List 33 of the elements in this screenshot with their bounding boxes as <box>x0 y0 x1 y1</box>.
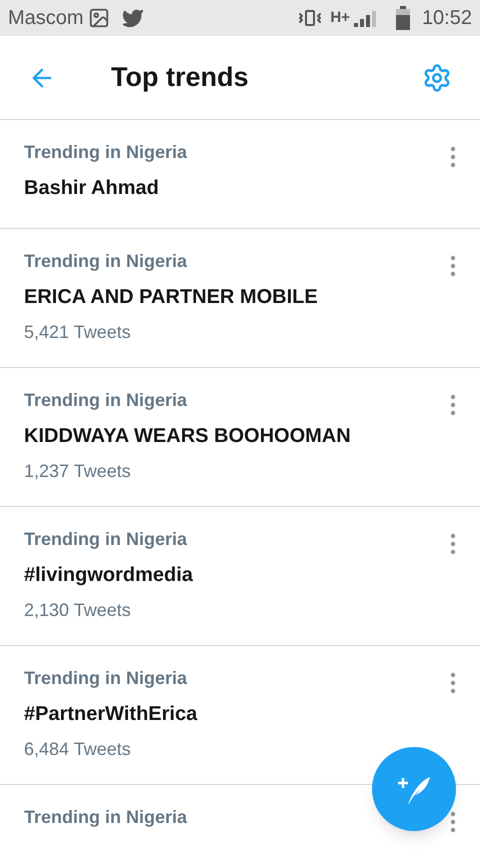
trend-item[interactable]: Trending in Nigeria #livingwordmedia 2,130 Tweets <box>0 507 480 646</box>
more-options-icon[interactable] <box>450 672 456 694</box>
trend-context: Trending in Nigeria <box>24 529 188 549</box>
more-options-icon[interactable] <box>450 394 456 416</box>
trend-name: #livingwordmedia <box>24 563 194 587</box>
tweet-count: 2,130 Tweets <box>24 599 132 621</box>
more-options-icon[interactable] <box>450 255 456 277</box>
trend-item[interactable]: Trending in Nigeria Bashir Ahmad <box>0 120 480 229</box>
bird-icon <box>122 7 144 29</box>
trend-context: Trending in Nigeria <box>24 807 188 827</box>
more-options-icon[interactable] <box>450 811 456 833</box>
clock: 10:52 <box>422 6 472 31</box>
trend-context: Trending in Nigeria <box>24 142 188 162</box>
trend-item[interactable]: Trending in Nigeria ERICA AND PARTNER MOBILE 5,421 Tweets <box>0 229 480 368</box>
trend-context: Trending in Nigeria <box>24 251 188 271</box>
battery-icon <box>396 6 410 30</box>
tweet-count: 5,421 Tweets <box>24 321 132 343</box>
more-options-icon[interactable] <box>450 146 456 168</box>
more-options-icon[interactable] <box>450 533 456 555</box>
trend-name: #PartnerWithErica <box>24 702 198 726</box>
trend-name: KIDDWAYA WEARS BOOHOOMAN <box>24 424 352 448</box>
trend-context: Trending in Nigeria <box>24 668 188 688</box>
tweet-count: 1,237 Tweets <box>24 460 132 482</box>
trend-item[interactable]: Trending in Nigeria KIDDWAYA WEARS BOOHOOMAN 1,237 Tweets <box>0 368 480 507</box>
trend-name: ERICA AND PARTNER MOBILE <box>24 285 319 309</box>
network-type: H+ <box>330 8 350 28</box>
carrier-name: Mascom <box>8 6 84 31</box>
trend-name: Bashir Ahmad <box>24 176 160 200</box>
image-icon <box>88 7 110 29</box>
settings-icon[interactable] <box>422 62 452 92</box>
trend-context: Trending in Nigeria <box>24 390 188 410</box>
page-title: Top trends <box>111 61 250 94</box>
tweet-count: 6,484 Tweets <box>24 738 132 760</box>
